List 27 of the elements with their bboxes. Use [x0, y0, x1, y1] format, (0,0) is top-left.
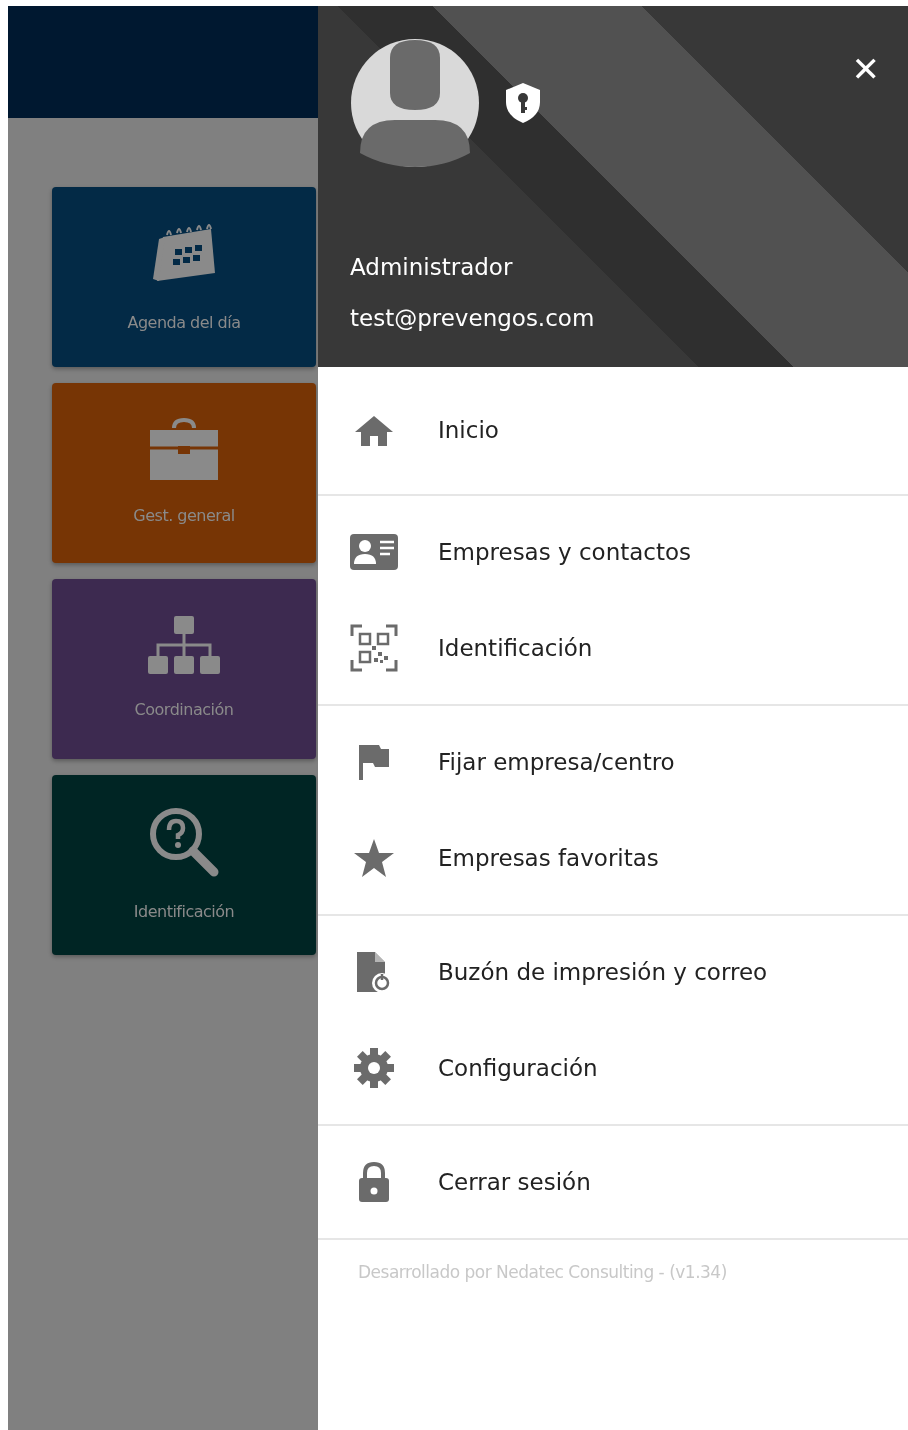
menu-item[interactable]: Fijar empresa/centro	[318, 714, 908, 810]
briefcase-icon	[148, 418, 220, 482]
document-sync-icon	[355, 950, 393, 994]
menu-tile[interactable]: Identificación	[52, 775, 316, 955]
home-icon	[354, 414, 394, 447]
shield-key-icon	[504, 82, 542, 124]
contact-card-icon	[350, 534, 398, 570]
search-help-icon	[148, 806, 220, 878]
menu-item[interactable]: Configuración	[318, 1020, 908, 1116]
user-name: Administrador	[350, 253, 514, 282]
menu-item[interactable]: Identificación	[318, 600, 908, 696]
menu-tile[interactable]: Agenda del día	[52, 187, 316, 367]
gear-icon	[353, 1047, 395, 1089]
menu-item[interactable]: Buzón de impresión y correo	[318, 924, 908, 1020]
menu-item[interactable]: Empresas y contactos	[318, 504, 908, 600]
menu-item[interactable]: Cerrar sesión	[318, 1134, 908, 1230]
star-icon	[353, 838, 395, 878]
org-chart-icon	[148, 616, 220, 676]
menu-tile[interactable]: Coordinación	[52, 579, 316, 759]
close-button[interactable]: ✕	[851, 52, 880, 86]
menu-item[interactable]: Empresas favoritas	[318, 810, 908, 906]
user-email: test@prevengos.com	[350, 303, 596, 333]
menu-item[interactable]: Inicio	[318, 375, 908, 486]
qr-code-icon	[350, 624, 398, 672]
flag-icon	[357, 743, 391, 781]
avatar-icon	[350, 38, 480, 168]
lock-icon	[357, 1161, 391, 1203]
